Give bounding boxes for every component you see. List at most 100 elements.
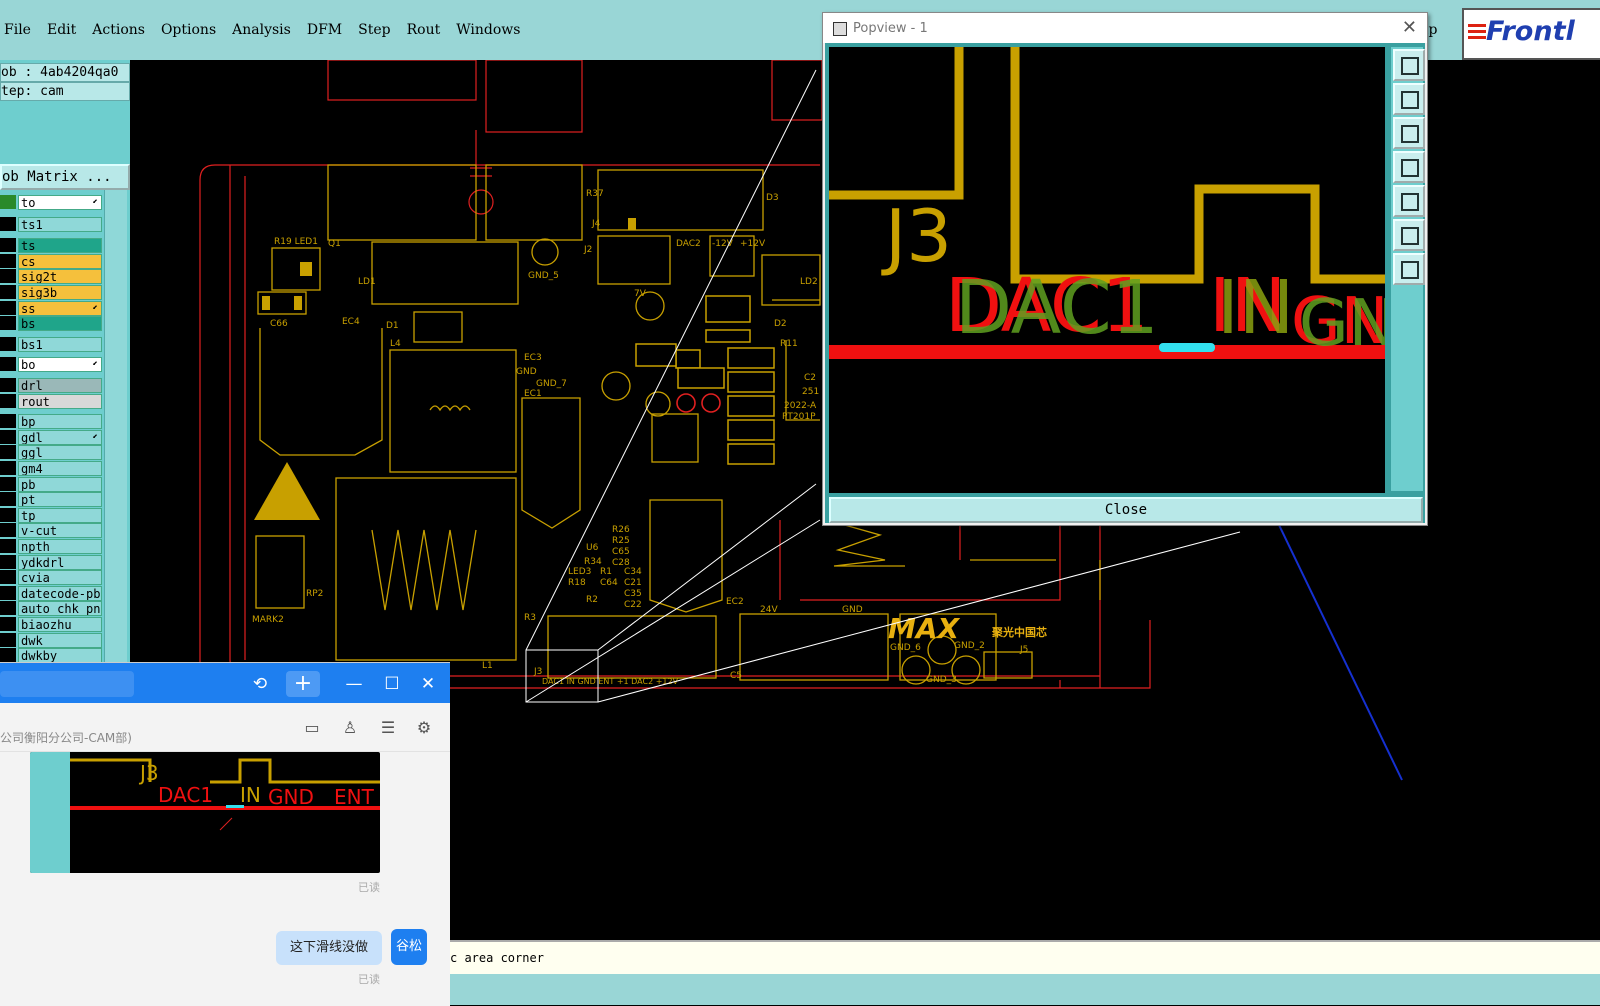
layer-row[interactable]: gm4 xyxy=(0,461,102,476)
menu-actions[interactable]: Actions xyxy=(84,22,153,38)
center-icon[interactable] xyxy=(1393,253,1425,285)
layer-name[interactable]: tp xyxy=(18,508,102,523)
layer-name[interactable]: bs1 xyxy=(18,337,102,352)
zoom-view[interactable]: J3 DAC1 DAC1 IN IN GN GN xyxy=(829,47,1385,493)
layer-row[interactable]: ts1 xyxy=(0,217,102,232)
layer-name[interactable]: auto_chk_pnl xyxy=(18,601,102,616)
pan-right-icon[interactable] xyxy=(1393,185,1425,217)
layer-row[interactable]: sig2t xyxy=(0,269,102,284)
layer-name[interactable]: pb xyxy=(18,477,102,492)
maximize-icon[interactable]: ☐ xyxy=(378,671,406,697)
chat-search-input[interactable] xyxy=(0,671,134,697)
layer-row[interactable]: tp xyxy=(0,508,102,523)
layer-row[interactable]: bp xyxy=(0,414,102,429)
layer-row[interactable]: datecode-pbe xyxy=(0,586,102,601)
history-icon[interactable]: ⟲ xyxy=(246,671,274,697)
chat-image-thumbnail[interactable]: J3 DAC1 IN GND ENT xyxy=(30,752,380,873)
layer-row[interactable]: biaozhu xyxy=(0,617,102,632)
layer-name[interactable]: datecode-pbe xyxy=(18,586,102,601)
close-chat-icon[interactable]: ✕ xyxy=(414,671,442,697)
layer-row[interactable]: cvia xyxy=(0,570,102,585)
layer-row[interactable]: ss ⬋ xyxy=(0,301,102,316)
layer-row[interactable]: v-cut xyxy=(0,523,102,538)
layer-affected-mark[interactable] xyxy=(0,378,16,392)
layer-row[interactable]: ts xyxy=(0,238,102,253)
layer-affected-mark[interactable] xyxy=(0,269,16,283)
layer-name[interactable]: bp xyxy=(18,414,102,429)
layer-name[interactable]: cs xyxy=(18,254,102,269)
layer-affected-mark[interactable] xyxy=(0,461,16,475)
menu-rout[interactable]: Rout xyxy=(399,22,449,38)
menu-windows[interactable]: Windows xyxy=(448,22,528,38)
layer-affected-mark[interactable] xyxy=(0,357,16,371)
layer-name[interactable]: dwkby xyxy=(18,648,102,663)
layer-affected-mark[interactable] xyxy=(0,555,16,569)
layer-name[interactable]: rout xyxy=(18,394,102,409)
zoom-in-icon[interactable] xyxy=(1393,83,1425,115)
layer-name[interactable]: to xyxy=(18,195,102,210)
layer-affected-mark[interactable] xyxy=(0,285,16,299)
layer-row[interactable]: auto_chk_pnl xyxy=(0,601,102,616)
menu-options[interactable]: Options xyxy=(153,22,224,38)
layer-row[interactable]: npth xyxy=(0,539,102,554)
add-member-icon[interactable]: ♙ xyxy=(338,718,362,738)
layer-row[interactable]: sig3b xyxy=(0,285,102,300)
fit-icon[interactable] xyxy=(1393,219,1425,251)
layer-name[interactable]: sig3b xyxy=(18,285,102,300)
layer-row[interactable]: bo ⬋ xyxy=(0,357,102,372)
layer-affected-mark[interactable] xyxy=(0,570,16,584)
layer-name[interactable]: bo xyxy=(18,357,102,372)
menu-step[interactable]: Step xyxy=(350,22,398,38)
layer-row[interactable]: pt xyxy=(0,492,102,507)
close-icon[interactable]: ✕ xyxy=(1402,17,1417,38)
layer-name[interactable]: dwk xyxy=(18,633,102,648)
layer-name[interactable]: sig2t xyxy=(18,269,102,284)
menu-dfm[interactable]: DFM xyxy=(299,22,350,38)
layer-affected-mark[interactable] xyxy=(0,430,16,444)
layer-affected-mark[interactable] xyxy=(0,254,16,268)
menu-edit[interactable]: Edit xyxy=(39,22,84,38)
menu-file[interactable]: File xyxy=(0,22,39,38)
search-history-icon[interactable]: ☰ xyxy=(376,718,400,738)
layer-name[interactable]: ts1 xyxy=(18,217,102,232)
menu-analysis[interactable]: Analysis xyxy=(224,22,299,38)
layer-row[interactable]: rout xyxy=(0,394,102,409)
layer-affected-mark[interactable] xyxy=(0,394,16,408)
layer-row[interactable]: gdl ⬋ xyxy=(0,430,102,445)
job-matrix-button[interactable]: ob Matrix ... xyxy=(0,164,130,190)
layer-affected-mark[interactable] xyxy=(0,301,16,315)
layer-affected-mark[interactable] xyxy=(0,633,16,647)
chat-message-bubble[interactable]: 这下滑线没做 xyxy=(276,931,382,965)
layer-row[interactable]: bs1 xyxy=(0,337,102,352)
layer-name[interactable]: gdl xyxy=(18,430,102,445)
layer-name[interactable]: ts xyxy=(18,238,102,253)
minimize-icon[interactable]: — xyxy=(340,671,368,697)
popview-close-button[interactable]: Close xyxy=(829,497,1423,523)
layer-affected-mark[interactable] xyxy=(0,337,16,351)
layer-row[interactable]: to ⬋ xyxy=(0,195,102,210)
layer-name[interactable]: cvia xyxy=(18,570,102,585)
layer-affected-mark[interactable] xyxy=(0,601,16,615)
layer-affected-mark[interactable] xyxy=(0,539,16,553)
pan-left-icon[interactable] xyxy=(1393,151,1425,183)
layer-affected-mark[interactable] xyxy=(0,195,16,209)
layer-row[interactable]: bs xyxy=(0,316,102,331)
layer-affected-mark[interactable] xyxy=(0,217,16,231)
layer-name[interactable]: pt xyxy=(18,492,102,507)
layer-name[interactable]: biaozhu xyxy=(18,617,102,632)
layer-affected-mark[interactable] xyxy=(0,648,16,662)
layer-affected-mark[interactable] xyxy=(0,523,16,537)
layer-affected-mark[interactable] xyxy=(0,617,16,631)
layer-name[interactable]: bs xyxy=(18,316,102,331)
layer-name[interactable]: npth xyxy=(18,539,102,554)
layer-row[interactable]: dwk xyxy=(0,633,102,648)
layer-name[interactable]: ydkdrl xyxy=(18,555,102,570)
layer-row[interactable]: pb xyxy=(0,477,102,492)
layer-row[interactable]: dwkby xyxy=(0,648,102,663)
add-icon[interactable]: + xyxy=(286,671,320,697)
layer-name[interactable]: gm4 xyxy=(18,461,102,476)
layer-affected-mark[interactable] xyxy=(0,492,16,506)
layer-affected-mark[interactable] xyxy=(0,445,16,459)
layer-affected-mark[interactable] xyxy=(0,238,16,252)
layer-affected-mark[interactable] xyxy=(0,414,16,428)
